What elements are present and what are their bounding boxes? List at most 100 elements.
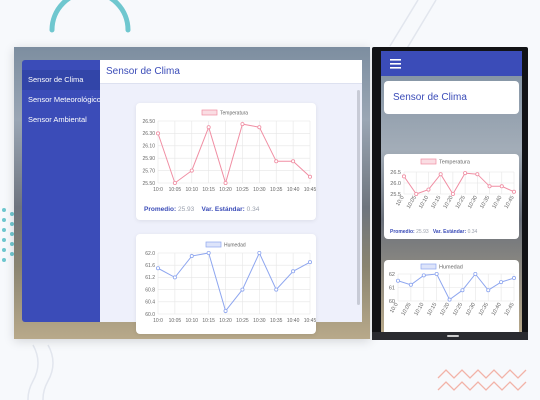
series-line — [157, 123, 311, 185]
phone-page-title: Sensor de Clima — [384, 81, 519, 114]
y-tick-label: 26.5 — [390, 170, 401, 176]
scrollbar[interactable] — [357, 90, 360, 305]
legend-label: Temperatura — [439, 160, 471, 166]
data-point — [401, 174, 406, 179]
data-point — [155, 266, 160, 271]
x-tick-label: 10:15 — [202, 318, 215, 324]
data-point — [499, 184, 504, 189]
series-line — [157, 251, 311, 313]
x-tick-label: 10:35 — [270, 318, 283, 324]
x-tick-label: 10:05 — [169, 318, 182, 324]
sidebar: Sensor de Clima Sensor Meteorológico Sen… — [22, 60, 101, 322]
data-point — [274, 287, 279, 292]
y-tick-label: 61.2 — [145, 275, 155, 281]
phone-frame: Sensor de Clima Temperatura 26.5 26.0 25.5 1… — [372, 47, 528, 339]
humidity-chart: Humedad 62.0 61.6 61.2 60.8 60.4 60.010:0 10:05… — [145, 241, 316, 324]
x-tick-label: 10:20 — [219, 318, 232, 324]
data-point — [274, 159, 279, 164]
legend-swatch — [205, 241, 222, 248]
data-point — [511, 189, 516, 194]
x-tick-label: 10:20 — [219, 187, 232, 193]
data-point — [408, 282, 413, 287]
x-tick-label: 10:45 — [504, 195, 516, 210]
desktop-window: Sensor de Clima Sensor Meteorológico Sen… — [14, 47, 370, 339]
y-tick-label: 26.30 — [142, 131, 155, 137]
phone-screen: Sensor de Clima Temperatura 26.5 26.0 25.5 1… — [381, 51, 522, 333]
data-point — [223, 181, 228, 186]
data-point — [189, 168, 194, 173]
phone-humidity-chart: Humedad62616010:0 10:05 10:10 10:15 10:20 10:… — [389, 263, 516, 317]
y-tick-label: 26.50 — [142, 119, 155, 125]
data-point — [447, 297, 452, 302]
data-point — [463, 171, 468, 176]
data-point — [240, 287, 245, 292]
temperature-card: Temperatura 26.50 26.30 26.10 25.90 25.70 25.5… — [136, 103, 316, 220]
y-tick-label: 62.0 — [145, 251, 155, 257]
x-tick-label: 10:30 — [465, 302, 477, 317]
phone-home-handle[interactable] — [447, 335, 459, 337]
x-tick-label: 10:25 — [236, 318, 249, 324]
x-tick-label: 10:30 — [253, 318, 266, 324]
data-point — [426, 187, 431, 192]
data-point — [395, 278, 400, 283]
legend-swatch — [420, 263, 437, 270]
data-point — [240, 122, 245, 127]
phone-std-value: 0.34 — [467, 229, 478, 235]
data-point — [499, 280, 504, 285]
x-tick-label: 10:10 — [186, 318, 199, 324]
data-point — [189, 254, 194, 259]
legend-swatch — [420, 158, 437, 165]
x-tick-label: 10:05 — [401, 302, 413, 317]
sidebar-item-sensor-clima[interactable]: Sensor de Clima — [22, 70, 100, 90]
x-tick-label: 10:25 — [236, 187, 249, 193]
y-tick-label: 61.6 — [145, 263, 155, 269]
data-point — [155, 131, 160, 136]
x-tick-label: 10:45 — [304, 318, 316, 324]
x-tick-label: 10:45 — [504, 302, 516, 317]
x-tick-label: 10:25 — [452, 302, 464, 317]
temperature-stats: Promedio: 25.93 Var. Estándar: 0.34 — [144, 206, 259, 213]
data-point — [291, 159, 296, 164]
x-tick-label: 10:10 — [418, 195, 430, 210]
x-tick-label: 10:25 — [455, 195, 467, 210]
data-point — [438, 172, 443, 177]
y-tick-label: 60.4 — [145, 300, 155, 306]
data-point — [473, 271, 478, 276]
std-label: Var. Estándar: — [201, 206, 245, 213]
x-tick-label: 10:05 — [406, 195, 418, 210]
std-value: 0.34 — [246, 206, 260, 213]
phone-temperature-stats: Promedio: 25.93 Var. Estándar: 0.34 — [390, 229, 477, 235]
sidebar-item-sensor-ambiental[interactable]: Sensor Ambiental — [22, 110, 100, 130]
data-point — [486, 288, 491, 293]
series-line — [397, 273, 515, 301]
x-tick-label: 10:45 — [304, 187, 316, 193]
phone-std-label: Var. Estándar: — [432, 229, 467, 235]
data-point — [257, 125, 262, 130]
x-tick-label: 10:30 — [467, 195, 479, 210]
sidebar-item-sensor-meteorologico[interactable]: Sensor Meteorológico — [22, 90, 101, 110]
x-tick-label: 10:35 — [478, 302, 490, 317]
data-point — [475, 172, 480, 177]
x-tick-label: 10:0 — [153, 318, 163, 324]
data-point — [460, 288, 465, 293]
x-tick-label: 10:15 — [430, 195, 442, 210]
data-point — [172, 275, 177, 280]
data-point — [206, 125, 211, 130]
y-tick-label: 26.10 — [142, 144, 155, 150]
data-point — [307, 174, 312, 179]
x-tick-label: 10:35 — [270, 187, 283, 193]
legend-label: Humedad — [439, 265, 463, 271]
hamburger-icon[interactable] — [390, 59, 402, 69]
x-tick-label: 10:0 — [153, 187, 163, 193]
main-content: Sensor de Clima Temperatura 26.50 26.30 26.… — [100, 60, 362, 334]
x-tick-label: 10:20 — [443, 195, 455, 210]
promedio-label: Promedio: — [144, 206, 177, 213]
phone-topbar — [381, 51, 522, 76]
y-tick-label: 61 — [389, 285, 395, 291]
y-tick-label: 26.0 — [390, 181, 401, 187]
y-tick-label: 25.90 — [142, 156, 155, 162]
data-point — [511, 276, 516, 281]
legend-swatch — [201, 109, 218, 116]
temperature-chart: Temperatura 26.50 26.30 26.10 25.90 25.70 25.5… — [142, 109, 316, 193]
y-tick-label: 25.50 — [142, 181, 155, 187]
